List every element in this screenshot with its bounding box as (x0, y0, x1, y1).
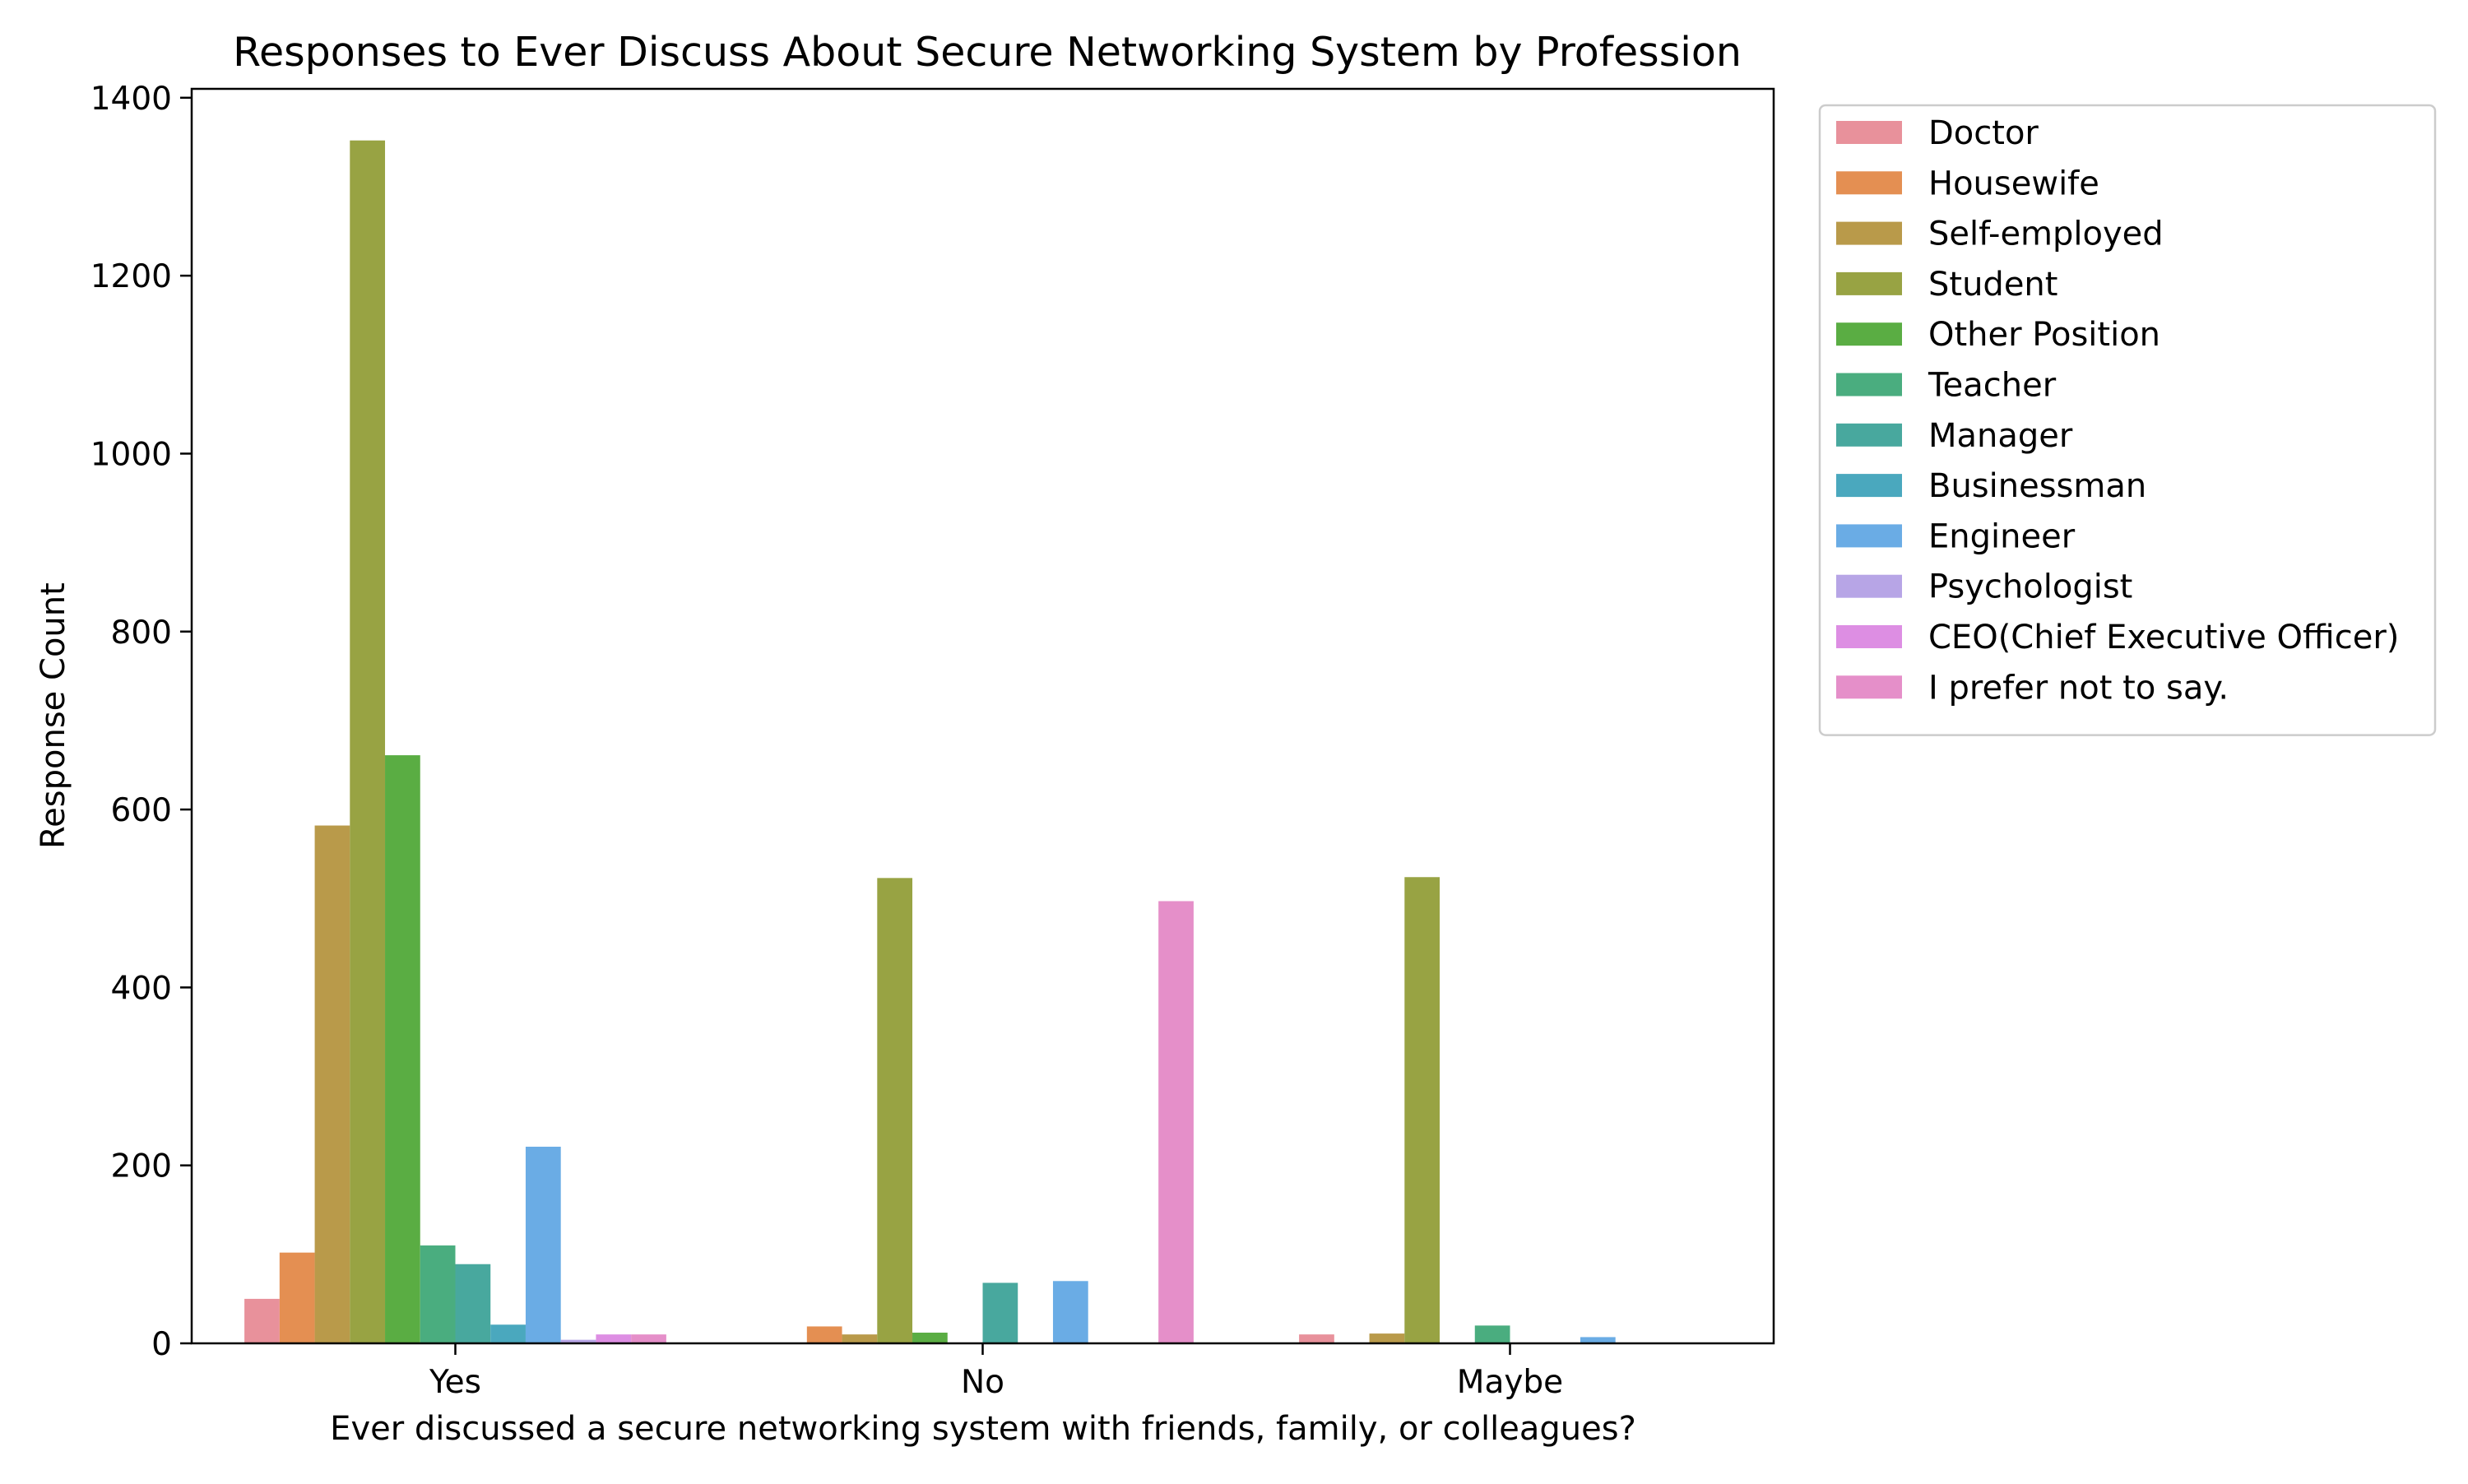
y-tick-label: 1400 (90, 81, 172, 118)
bar-other-position-yes (385, 755, 420, 1343)
x-tick-label: Yes (429, 1364, 481, 1401)
legend-label: Doctor (1928, 114, 2039, 152)
y-tick-label: 400 (111, 970, 172, 1007)
bar-chart: Responses to Ever Discuss About Secure N… (35, 29, 2437, 1448)
bars-group (244, 140, 1616, 1344)
bar-engineer-no (1052, 1281, 1088, 1343)
bar-student-no (877, 878, 913, 1343)
legend-swatch (1836, 271, 1902, 295)
bar-student-maybe (1404, 877, 1440, 1343)
y-tick-label: 0 (151, 1326, 172, 1363)
legend: Doctor Housewife Self-employed Student Other… (1818, 104, 2437, 736)
y-tick-label: 600 (111, 792, 172, 829)
legend-swatch (1836, 574, 1902, 598)
y-tick-label: 1000 (90, 436, 172, 473)
legend-label: CEO(Chief Executive Officer) (1928, 619, 2399, 656)
bar-other-position-no (912, 1333, 948, 1343)
x-axis-label: Ever discussed a secure networking syste… (330, 1410, 1636, 1448)
bar-doctor-yes (244, 1298, 280, 1343)
x-tick-label: Maybe (1457, 1364, 1563, 1401)
legend-swatch (1836, 524, 1902, 548)
legend-label: Businessman (1928, 467, 2146, 505)
legend-label: Other Position (1928, 316, 2160, 354)
legend-label: Psychologist (1928, 568, 2132, 606)
bar-self-employed-no (842, 1334, 878, 1343)
legend-swatch (1836, 625, 1902, 648)
bar-teacher-maybe (1474, 1325, 1510, 1343)
bar-doctor-maybe (1299, 1334, 1334, 1343)
legend-label: I prefer not to say. (1928, 669, 2229, 707)
bar-housewife-yes (279, 1252, 315, 1343)
bar-student-yes (350, 140, 386, 1344)
chart-title: Responses to Ever Discuss About Secure N… (233, 29, 1742, 76)
legend-label: Manager (1928, 417, 2073, 455)
legend-swatch (1836, 221, 1902, 245)
bar-i-prefer-not-to-say-no (1158, 901, 1194, 1343)
legend-swatch (1836, 121, 1902, 144)
legend-label: Housewife (1928, 165, 2099, 202)
bar-engineer-yes (525, 1146, 561, 1343)
bar-manager-yes (455, 1264, 491, 1343)
legend-label: Student (1928, 266, 2057, 304)
bar-businessman-yes (490, 1324, 526, 1343)
legend-swatch (1836, 322, 1902, 346)
legend-swatch (1836, 675, 1902, 699)
bar-ceo-chief-executive-officer-yes (596, 1334, 632, 1343)
x-tick-label: No (961, 1364, 1004, 1401)
bar-housewife-no (806, 1326, 842, 1343)
plot-frame (190, 87, 1775, 1345)
legend-swatch (1836, 474, 1902, 498)
y-tick-label: 1200 (90, 258, 172, 295)
bar-i-prefer-not-to-say-yes (631, 1334, 666, 1343)
legend-label: Teacher (1928, 367, 2057, 405)
legend-swatch (1836, 373, 1902, 397)
legend-swatch (1836, 423, 1902, 447)
legend-label: Engineer (1928, 517, 2076, 555)
x-axis: Yes No Maybe (429, 1343, 1563, 1401)
y-axis: 0 200 400 600 800 1000 1200 1400 (90, 81, 192, 1363)
y-tick-label: 200 (111, 1148, 172, 1185)
bar-teacher-yes (420, 1245, 456, 1343)
chart-container: Responses to Ever Discuss About Secure N… (0, 0, 2468, 1481)
y-axis-label: Response Count (35, 582, 72, 849)
bar-manager-no (982, 1282, 1018, 1343)
bar-self-employed-yes (314, 825, 350, 1343)
bar-self-employed-maybe (1369, 1333, 1405, 1343)
legend-swatch (1836, 171, 1902, 195)
y-tick-label: 800 (111, 614, 172, 652)
legend-label: Self-employed (1928, 216, 2164, 253)
